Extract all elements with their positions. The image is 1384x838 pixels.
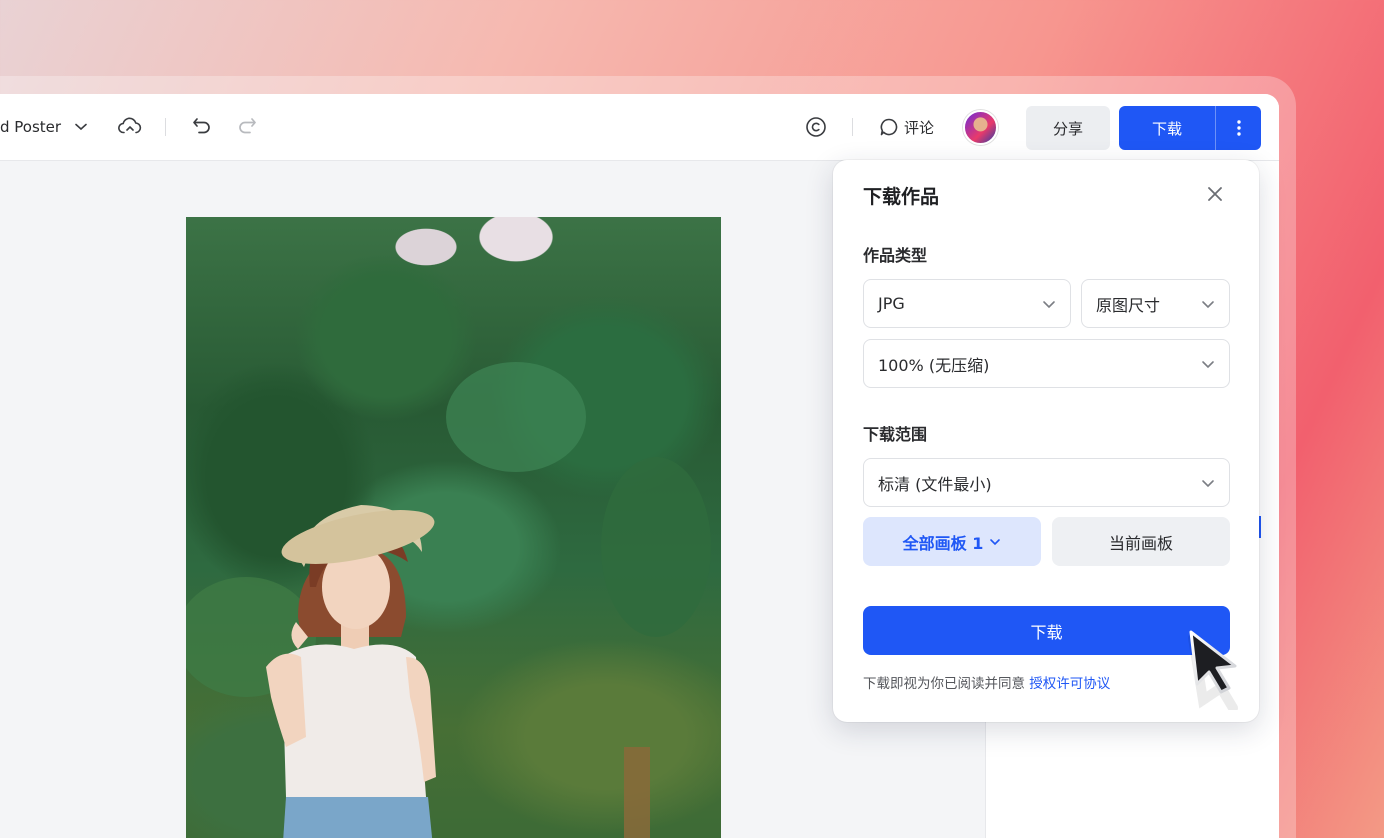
close-icon[interactable] [1203,182,1227,206]
redo-icon[interactable] [235,114,259,138]
chevron-down-icon [1202,480,1214,488]
size-select[interactable]: 原图尺寸 [1081,279,1230,328]
comment-button[interactable]: 评论 [878,114,934,140]
canvas-photo[interactable] [186,217,721,838]
comment-icon [878,116,900,138]
woman-in-hat-image [186,362,711,838]
current-board-label: 当前画板 [1108,533,1173,553]
panel-indicator [1259,516,1261,538]
download-confirm-button[interactable]: 下载 [863,606,1230,655]
quality-select[interactable]: 100% (无压缩) [863,339,1230,388]
chevron-down-icon [1043,301,1055,309]
share-button[interactable]: 分享 [1026,106,1110,150]
agreement-text: 下载即视为你已阅读并同意 [863,676,1025,692]
quality-value: 100% (无压缩) [878,355,990,375]
size-value: 原图尺寸 [1096,295,1161,315]
toolbar-divider [852,118,853,136]
comment-label: 评论 [904,118,935,137]
format-value: JPG [878,294,905,313]
range-section-label: 下载范围 [863,425,928,444]
download-split-button: 下载 [1119,106,1261,150]
all-boards-label: 全部画板 1 [902,533,984,553]
toolbar-divider [165,118,166,136]
type-section-label: 作品类型 [863,246,928,265]
format-select[interactable]: JPG [863,279,1071,328]
mouse-pointer-icon [1188,630,1238,710]
panel-title: 下载作品 [863,186,940,208]
download-button[interactable]: 下载 [1119,106,1215,150]
undo-icon[interactable] [190,114,214,138]
all-boards-tab[interactable]: 全部画板 1 [863,517,1041,566]
chevron-down-icon [1202,361,1214,369]
chevron-down-icon [1202,301,1214,309]
chevron-down-icon[interactable] [72,118,90,136]
document-title[interactable]: d Poster [0,118,61,136]
license-agreement-link[interactable]: 授权许可协议 [1029,676,1110,692]
more-vertical-icon[interactable] [1215,106,1261,150]
top-toolbar: d Poster 评论 分享 下载 [0,94,1279,161]
chevron-down-icon [990,538,1001,545]
avatar[interactable] [963,110,998,145]
copyright-icon[interactable] [804,115,828,139]
agreement-notice: 下载即视为你已阅读并同意 授权许可协议 [863,672,1110,692]
resolution-select[interactable]: 标清 (文件最小) [863,458,1230,507]
cloud-sync-icon[interactable] [117,114,143,140]
current-board-tab[interactable]: 当前画板 [1052,517,1230,566]
resolution-value: 标清 (文件最小) [878,474,992,494]
